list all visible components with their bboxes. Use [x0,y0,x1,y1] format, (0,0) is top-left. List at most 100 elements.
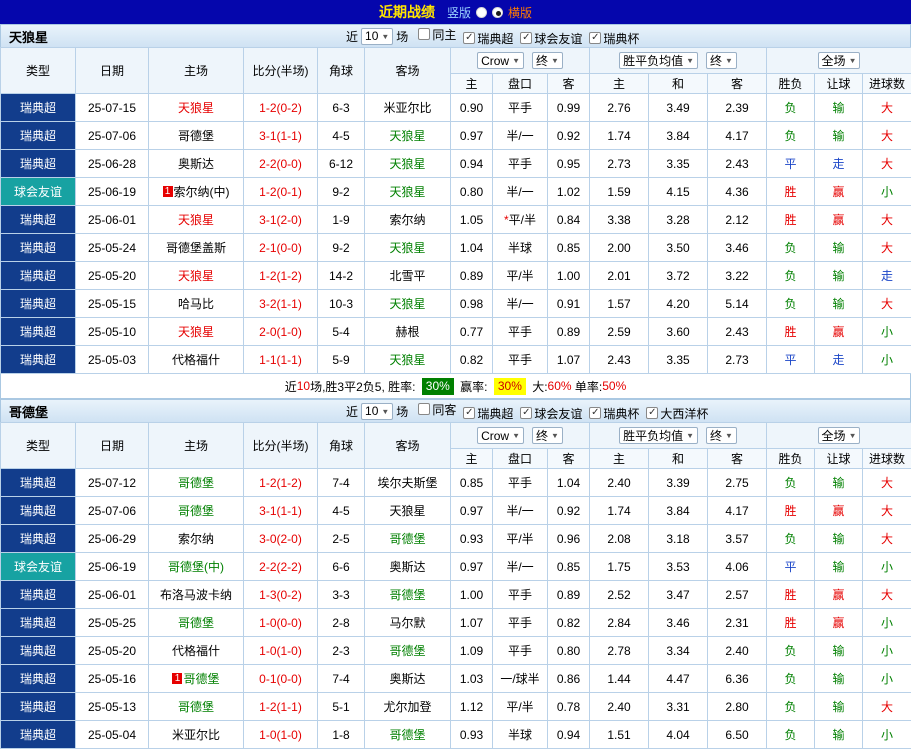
away-team-name[interactable]: 天狼星 [389,185,425,199]
vertical-layout-label[interactable]: 竖版 [447,4,471,21]
home-team-name[interactable]: 奥斯达 [178,157,214,171]
home-team-name[interactable]: 布洛马波卡纳 [160,588,232,602]
scope-select[interactable]: 全场 ▼ [817,52,861,69]
scope-select[interactable]: 全场 ▼ [817,427,861,444]
home-team-name[interactable]: 哈马比 [178,297,214,311]
away-team-name[interactable]: 奥斯达 [389,672,425,686]
home-team-cell[interactable]: 米亚尔比 [148,720,244,749]
bookmaker-select[interactable]: Crow ▼ [477,427,524,444]
home-team-name[interactable]: 索尔纳 [178,532,214,546]
away-team-cell[interactable]: 天狼星 [364,177,451,206]
home-team-cell[interactable]: 1 哥德堡 [148,664,244,693]
away-team-cell[interactable]: 哥德堡 [364,636,451,665]
away-team-cell[interactable]: 天狼星 [364,345,451,374]
filter-option[interactable]: ✓ 大西洋杯 [646,405,708,422]
horizontal-layout-label[interactable]: 横版 [508,4,532,21]
away-team-cell[interactable]: 米亚尔比 [364,93,451,122]
filter-option[interactable]: ✓ 瑞典杯 [589,405,639,422]
home-team-name[interactable]: 哥德堡 [178,476,214,490]
away-team-name[interactable]: 天狼星 [389,241,425,255]
away-team-cell[interactable]: 索尔纳 [364,205,451,234]
away-team-cell[interactable]: 天狼星 [364,121,451,150]
filter-option[interactable]: ✓ 瑞典杯 [589,30,639,47]
checkbox-checked-icon[interactable]: ✓ [520,407,533,419]
home-team-name[interactable]: 代格福什 [172,353,220,367]
home-team-cell[interactable]: 天狼星 [148,317,244,346]
filter-option[interactable]: 同客 [418,401,456,418]
away-team-name[interactable]: 奥斯达 [389,560,425,574]
away-team-name[interactable]: 哥德堡 [389,532,425,546]
filter-option[interactable]: ✓ 球会友谊 [520,405,582,422]
home-team-cell[interactable]: 布洛马波卡纳 [148,580,244,609]
filter-option[interactable]: ✓ 瑞典超 [463,30,513,47]
away-team-cell[interactable]: 埃尔夫斯堡 [364,468,451,497]
checkbox-checked-icon[interactable]: ✓ [463,407,476,419]
away-team-cell[interactable]: 赫根 [364,317,451,346]
away-team-cell[interactable]: 哥德堡 [364,524,451,553]
filter-option[interactable]: ✓ 球会友谊 [520,30,582,47]
away-team-cell[interactable]: 奥斯达 [364,552,451,581]
away-team-name[interactable]: 埃尔夫斯堡 [377,476,437,490]
avg-final-select[interactable]: 终 ▼ [706,427,737,444]
home-team-name[interactable]: 天狼星 [178,101,214,115]
home-team-cell[interactable]: 天狼星 [148,261,244,290]
away-team-cell[interactable]: 天狼星 [364,496,451,525]
away-team-name[interactable]: 尤尔加登 [383,700,431,714]
home-team-name[interactable]: 索尔纳(中) [174,185,230,199]
away-team-cell[interactable]: 北雪平 [364,261,451,290]
away-team-name[interactable]: 哥德堡 [389,644,425,658]
checkbox-checked-icon[interactable]: ✓ [463,32,476,44]
away-team-cell[interactable]: 哥德堡 [364,580,451,609]
avg-final-select[interactable]: 终 ▼ [706,52,737,69]
home-team-cell[interactable]: 索尔纳 [148,524,244,553]
away-team-cell[interactable]: 尤尔加登 [364,692,451,721]
home-team-name[interactable]: 哥德堡(中) [168,560,224,574]
home-team-name[interactable]: 哥德堡盖斯 [166,241,226,255]
home-team-cell[interactable]: 代格福什 [148,345,244,374]
away-team-name[interactable]: 哥德堡 [389,728,425,742]
bookmaker-select[interactable]: Crow ▼ [477,52,524,69]
match-count-select[interactable]: 10 ▼ [361,27,394,45]
home-team-cell[interactable]: 天狼星 [148,93,244,122]
home-team-cell[interactable]: 哥德堡 [148,692,244,721]
away-team-cell[interactable]: 天狼星 [364,149,451,178]
home-team-cell[interactable]: 哈马比 [148,289,244,318]
away-team-name[interactable]: 北雪平 [389,269,425,283]
checkbox-unchecked-icon[interactable] [418,403,431,415]
filter-option[interactable]: 同主 [418,26,456,43]
away-team-name[interactable]: 马尔默 [389,616,425,630]
checkbox-checked-icon[interactable]: ✓ [589,407,602,419]
checkbox-checked-icon[interactable]: ✓ [589,32,602,44]
home-team-name[interactable]: 天狼星 [178,213,214,227]
checkbox-unchecked-icon[interactable] [418,28,431,40]
horizontal-layout-radio[interactable] [492,6,503,18]
home-team-name[interactable]: 天狼星 [178,325,214,339]
avg-select[interactable]: 胜平负均值 ▼ [619,52,699,69]
away-team-cell[interactable]: 哥德堡 [364,720,451,749]
away-team-name[interactable]: 天狼星 [389,297,425,311]
home-team-cell[interactable]: 代格福什 [148,636,244,665]
odds-final-select[interactable]: 终 ▼ [532,52,563,69]
away-team-cell[interactable]: 天狼星 [364,289,451,318]
away-team-name[interactable]: 天狼星 [389,157,425,171]
away-team-name[interactable]: 赫根 [395,325,419,339]
away-team-name[interactable]: 天狼星 [389,129,425,143]
home-team-cell[interactable]: 哥德堡盖斯 [148,233,244,262]
odds-final-select[interactable]: 终 ▼ [532,427,563,444]
home-team-cell[interactable]: 天狼星 [148,205,244,234]
vertical-layout-radio[interactable] [476,6,487,18]
away-team-name[interactable]: 哥德堡 [389,588,425,602]
home-team-cell[interactable]: 哥德堡 [148,468,244,497]
home-team-name[interactable]: 代格福什 [172,644,220,658]
home-team-name[interactable]: 哥德堡 [178,700,214,714]
away-team-cell[interactable]: 奥斯达 [364,664,451,693]
away-team-name[interactable]: 天狼星 [389,353,425,367]
away-team-name[interactable]: 天狼星 [389,504,425,518]
away-team-name[interactable]: 米亚尔比 [383,101,431,115]
home-team-name[interactable]: 哥德堡 [178,616,214,630]
match-count-select[interactable]: 10 ▼ [361,402,394,420]
home-team-name[interactable]: 哥德堡 [178,129,214,143]
home-team-name[interactable]: 哥德堡 [183,672,219,686]
home-team-cell[interactable]: 1 索尔纳(中) [148,177,244,206]
home-team-name[interactable]: 天狼星 [178,269,214,283]
